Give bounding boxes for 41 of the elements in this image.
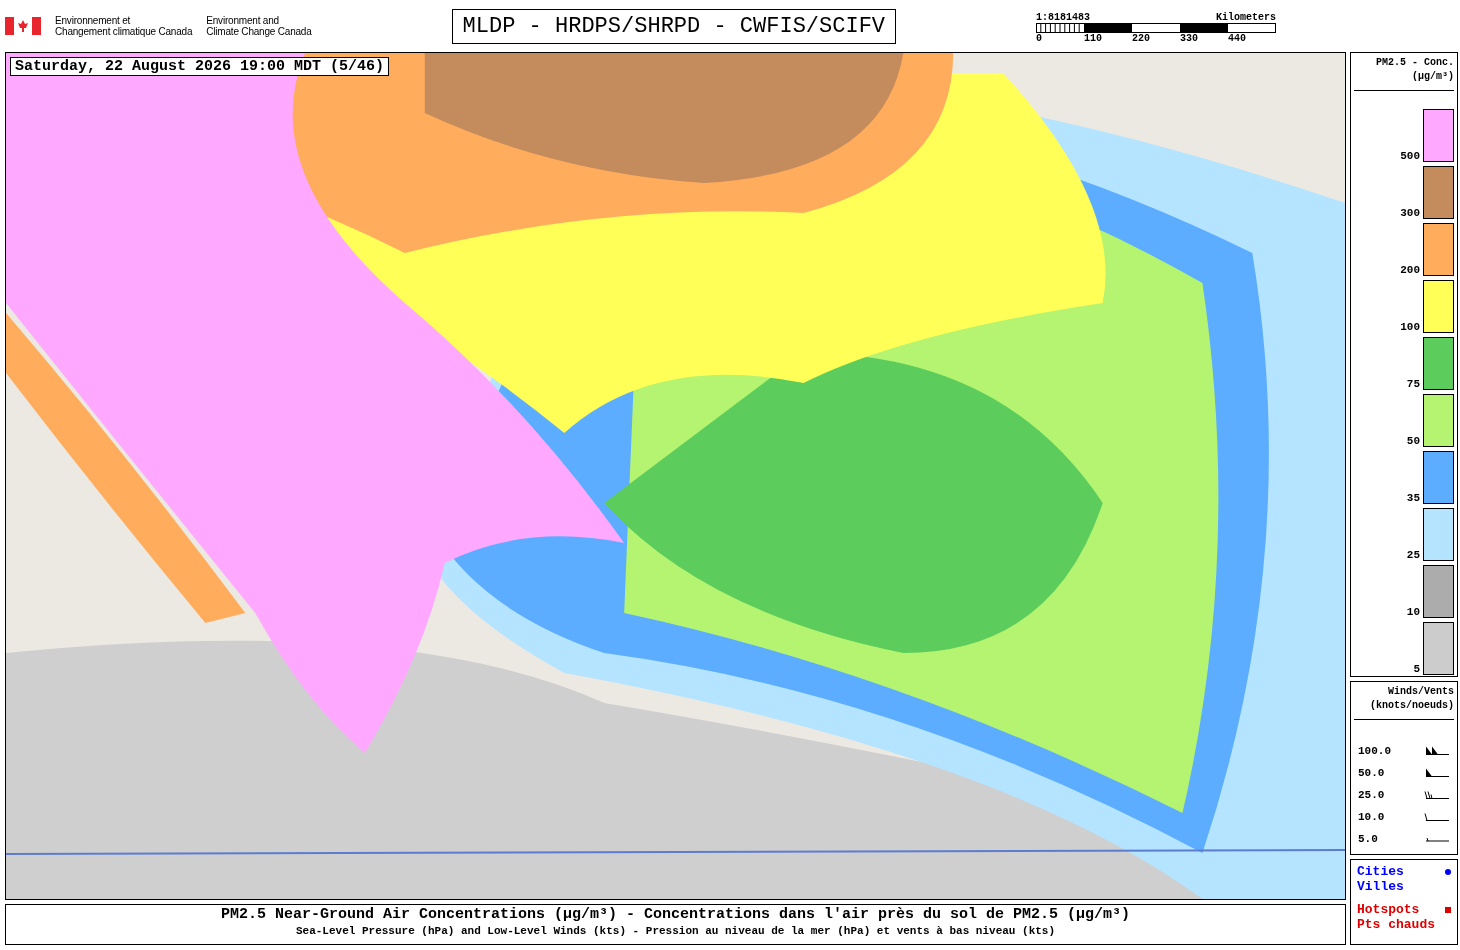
scale-tick: 110: [1084, 33, 1104, 44]
wind-barb-icon: [1422, 812, 1450, 822]
scale-tick: 330: [1180, 33, 1200, 44]
agency-name: Environnement et: [55, 15, 132, 26]
wind-speed: 100.0: [1358, 745, 1391, 757]
marker-label: Villes: [1357, 879, 1404, 894]
legend-value: 300: [1400, 207, 1420, 219]
flag-icon: [5, 17, 41, 35]
footer-title: PM2.5 Near-Ground Air Concentrations (µg/m³) - Concentrations dans l'air près du sol de PM2.5 (µg/m³): [220, 905, 1131, 924]
wind-speed: 5.0: [1358, 833, 1378, 845]
legend-value: 5: [1413, 663, 1420, 675]
agency-name: Environment and: [206, 15, 280, 26]
timestamp-label: Saturday, 22 August 2026 19:00 MDT (5/46): [10, 57, 390, 76]
legend-value: 35: [1406, 492, 1420, 504]
legend-value: 75: [1406, 378, 1420, 390]
map-title: MLDP - HRDPS/SHRPD - CWFIS/SCIFV: [451, 8, 897, 44]
scale-tick: 440: [1228, 33, 1248, 44]
scale-tick: 0: [1036, 33, 1044, 44]
agency-name: Changement climatique Canada: [55, 26, 193, 37]
legend-value: 100: [1400, 321, 1420, 333]
scale-tick: 220: [1132, 33, 1152, 44]
marker-label: Hotspots: [1357, 902, 1421, 917]
scale-unit: Kilometers: [1216, 12, 1277, 23]
scale-ratio: 1:8181483: [1036, 12, 1091, 23]
footer-subtitle: Sea-Level Pressure (hPa) and Low-Level Winds (kts) - Pression au niveau de la mer (hPa) et vents à bas niveau (kts): [295, 924, 1056, 939]
wind-barb-icon: [1422, 790, 1450, 800]
legend-value: 200: [1400, 264, 1420, 276]
legend-title: Winds/Vents: [1387, 685, 1454, 699]
legend-title: (knots/noeuds): [1369, 699, 1454, 713]
wind-speed: 10.0: [1358, 811, 1385, 823]
legend-value: 50: [1406, 435, 1420, 447]
legend-value: 10: [1406, 606, 1420, 618]
marker-label: Pts chauds: [1357, 917, 1435, 932]
wind-speed: 50.0: [1358, 767, 1385, 779]
legend-value: 500: [1400, 150, 1420, 162]
marker-label: Cities: [1357, 864, 1404, 879]
agency-name: Climate Change Canada: [206, 26, 312, 37]
legend-title: (µg/m³): [1411, 70, 1454, 84]
legend-value: 25: [1406, 549, 1420, 561]
legend-title: PM2.5 - Conc.: [1375, 56, 1454, 70]
wind-speed: 25.0: [1358, 789, 1385, 801]
